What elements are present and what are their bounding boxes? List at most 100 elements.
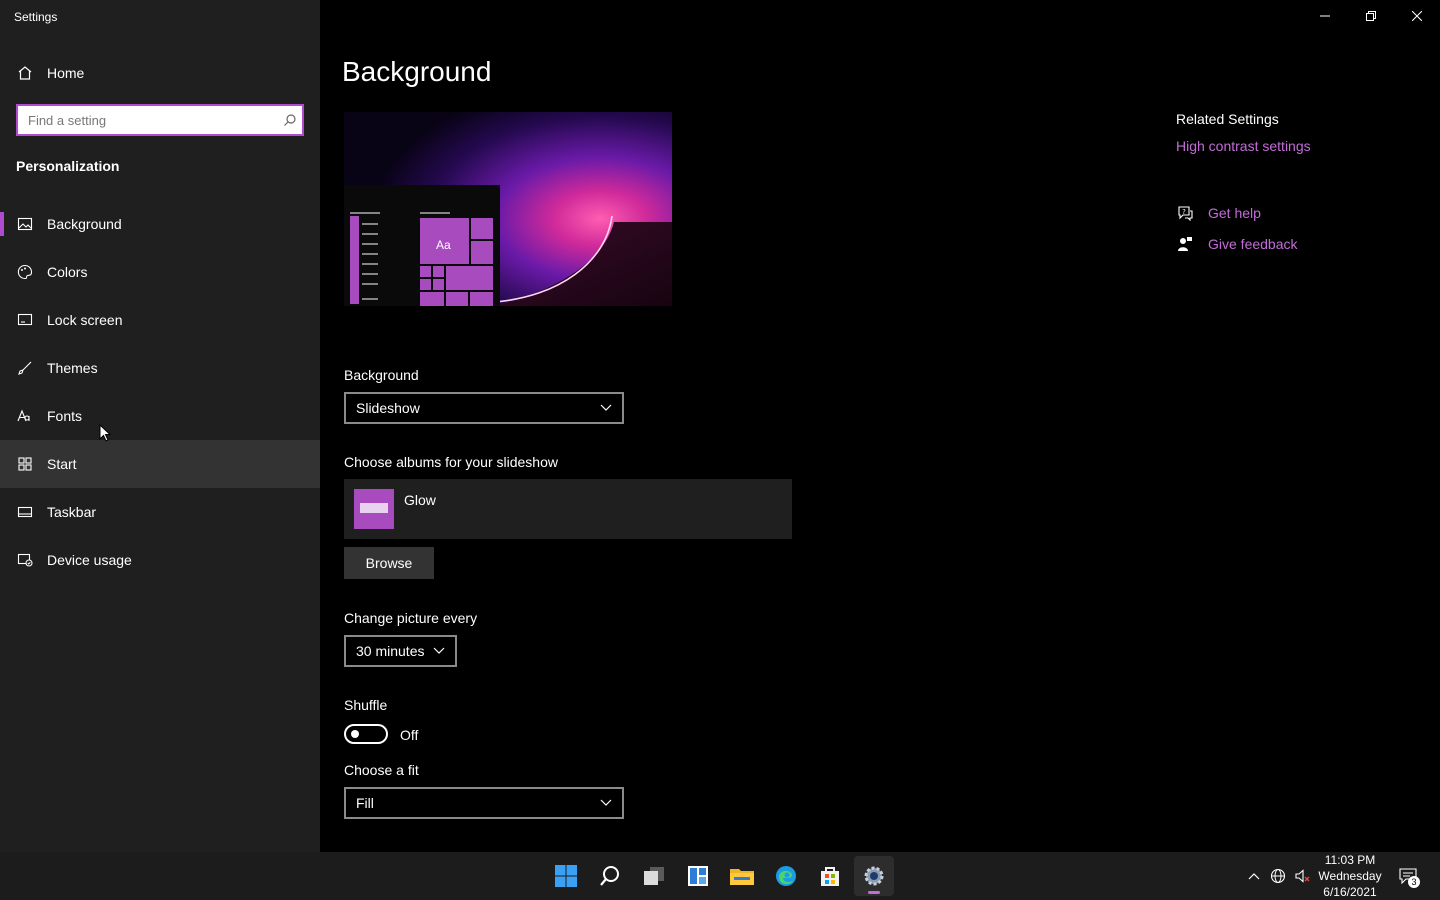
shuffle-label: Shuffle <box>344 697 388 713</box>
sidebar-item-device-usage[interactable]: Device usage <box>0 536 320 584</box>
chevron-down-icon <box>600 404 612 411</box>
shuffle-toggle[interactable] <box>344 724 388 744</box>
album-name: Glow <box>404 492 436 508</box>
picture-icon <box>16 215 34 233</box>
fit-dropdown[interactable]: Fill <box>344 787 624 819</box>
edge-icon <box>776 866 796 886</box>
restore-button[interactable] <box>1348 0 1394 32</box>
sidebar-item-taskbar[interactable]: Taskbar <box>0 488 320 536</box>
brush-icon <box>16 359 34 377</box>
nav-list: Background Colors Lock screen Themes Fon… <box>0 200 320 584</box>
help-chat-icon: ? <box>1176 204 1194 222</box>
windows-logo-icon <box>555 865 577 887</box>
sidebar-item-fonts[interactable]: Fonts <box>0 392 320 440</box>
sidebar-item-label: Fonts <box>47 408 83 424</box>
chevron-down-icon <box>433 647 445 654</box>
widgets-icon <box>688 866 708 886</box>
give-feedback-link[interactable]: Give feedback <box>1176 235 1298 253</box>
search-icon <box>600 866 619 886</box>
close-icon <box>1412 11 1422 21</box>
clock-date: 6/16/2021 <box>1323 885 1377 899</box>
clock-day: Wednesday <box>1318 869 1382 883</box>
background-dropdown[interactable]: Slideshow <box>344 392 624 424</box>
file-explorer-button[interactable] <box>722 856 762 896</box>
preview-tile-text: Aa <box>436 238 451 252</box>
feedback-icon <box>1176 235 1194 253</box>
section-title: Personalization <box>16 158 120 174</box>
svg-text:?: ? <box>1182 208 1186 216</box>
volume-button[interactable] <box>1292 866 1312 886</box>
taskbar: 3 <box>0 852 1440 900</box>
give-feedback-label: Give feedback <box>1208 236 1298 252</box>
app-title: Settings <box>14 10 58 24</box>
store-button[interactable] <box>810 856 850 896</box>
sidebar-item-colors[interactable]: Colors <box>0 248 320 296</box>
get-help-link[interactable]: ? Get help <box>1176 204 1261 222</box>
task-view-button[interactable] <box>634 856 674 896</box>
fit-dropdown-value: Fill <box>356 795 374 811</box>
nav-home[interactable]: Home <box>0 56 320 90</box>
edge-button[interactable] <box>766 856 806 896</box>
sidebar-item-label: Start <box>47 456 77 472</box>
change-picture-label: Change picture every <box>344 610 478 626</box>
nav-home-label: Home <box>47 65 85 81</box>
sidebar-item-label: Colors <box>47 264 88 280</box>
related-settings-title: Related Settings <box>1176 111 1279 127</box>
close-button[interactable] <box>1394 0 1440 32</box>
lock-screen-icon <box>16 311 34 329</box>
network-button[interactable] <box>1268 866 1288 886</box>
sidebar-item-label: Themes <box>47 360 98 376</box>
device-usage-icon <box>16 551 34 569</box>
change-picture-dropdown[interactable]: 30 minutes <box>344 635 457 667</box>
notification-center-button[interactable]: 3 <box>1398 866 1420 888</box>
mouse-cursor <box>99 424 111 442</box>
font-icon <box>16 407 34 425</box>
chevron-down-icon <box>600 799 612 806</box>
globe-icon <box>1270 868 1286 884</box>
minimize-icon <box>1320 15 1330 17</box>
background-preview: Aa <box>344 112 672 306</box>
get-help-label: Get help <box>1208 205 1261 221</box>
sidebar-item-label: Device usage <box>47 552 132 568</box>
taskbar-search-button[interactable] <box>590 856 630 896</box>
page-title: Background <box>342 56 492 87</box>
background-label: Background <box>344 367 419 383</box>
sidebar: Settings Home Personalization Background… <box>0 0 320 852</box>
taskbar-icon <box>16 503 34 521</box>
clock-time: 11:03 PM <box>1324 853 1376 867</box>
notification-badge: 3 <box>1408 876 1420 888</box>
album-thumbnail <box>354 489 394 529</box>
sidebar-item-background[interactable]: Background <box>0 200 320 248</box>
minimize-button[interactable] <box>1302 0 1348 32</box>
change-picture-value: 30 minutes <box>356 643 425 659</box>
restore-icon <box>1366 11 1376 21</box>
store-icon <box>821 867 839 886</box>
search-icon[interactable] <box>278 108 302 132</box>
chevron-up-icon <box>1248 873 1260 880</box>
background-dropdown-value: Slideshow <box>356 400 420 416</box>
sidebar-item-label: Background <box>47 216 122 232</box>
fit-label: Choose a fit <box>344 762 419 778</box>
sidebar-item-lock-screen[interactable]: Lock screen <box>0 296 320 344</box>
taskbar-clock[interactable]: 11:03 PM Wednesday 6/16/2021 <box>1316 852 1384 900</box>
high-contrast-link[interactable]: High contrast settings <box>1176 138 1311 154</box>
sidebar-item-start[interactable]: Start <box>0 440 320 488</box>
sidebar-item-themes[interactable]: Themes <box>0 344 320 392</box>
start-button[interactable] <box>546 856 586 896</box>
volume-muted-icon <box>1295 869 1310 883</box>
tray-overflow-button[interactable] <box>1244 866 1264 886</box>
shuffle-state: Off <box>400 727 419 743</box>
search-input[interactable] <box>18 106 278 134</box>
toggle-knob <box>351 730 359 738</box>
search-box[interactable] <box>16 104 304 136</box>
palette-icon <box>16 263 34 281</box>
folder-icon <box>730 869 754 885</box>
home-icon <box>16 64 34 82</box>
sidebar-item-label: Taskbar <box>47 504 97 520</box>
album-item[interactable]: Glow <box>344 479 792 539</box>
browse-button[interactable]: Browse <box>344 547 434 579</box>
widgets-button[interactable] <box>678 856 718 896</box>
sidebar-item-label: Lock screen <box>47 312 123 328</box>
settings-taskbar-button[interactable] <box>854 856 894 896</box>
start-grid-icon <box>16 455 34 473</box>
